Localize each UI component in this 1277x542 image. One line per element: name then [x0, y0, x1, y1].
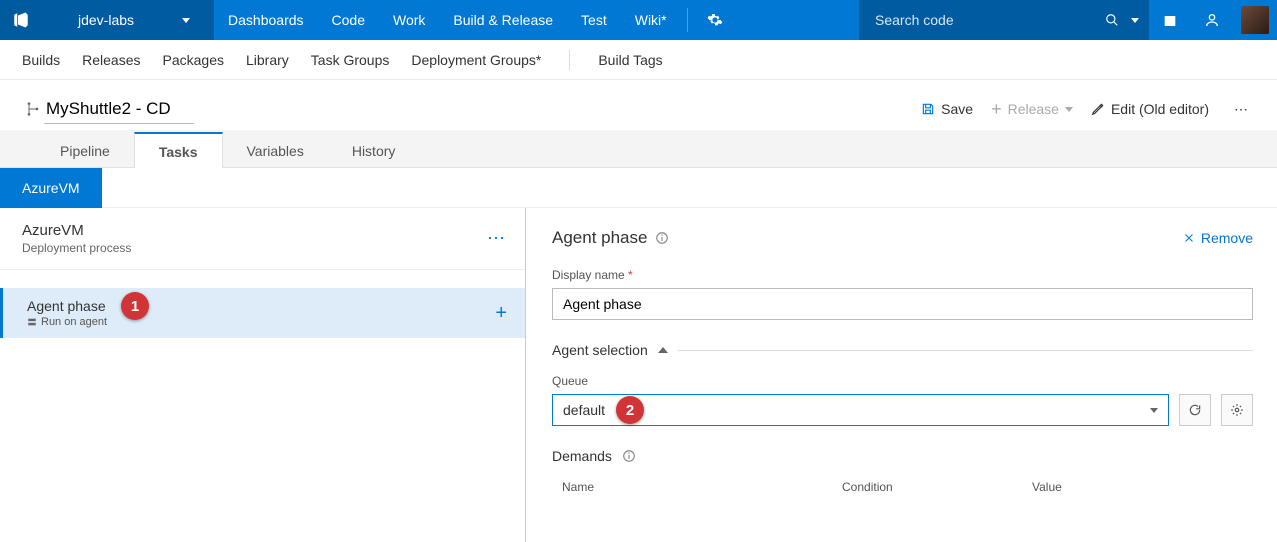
- col-name: Name: [562, 480, 802, 494]
- display-name-input[interactable]: [552, 288, 1253, 320]
- col-condition: Condition: [842, 480, 992, 494]
- environment-more[interactable]: ⋯: [487, 228, 507, 249]
- separator: [687, 8, 688, 32]
- chevron-down-icon: [1131, 18, 1139, 23]
- tab-pipeline[interactable]: Pipeline: [36, 133, 134, 167]
- separator: [569, 50, 570, 70]
- nav-test[interactable]: Test: [567, 0, 621, 40]
- info-icon[interactable]: [655, 231, 669, 245]
- phase-details-pane: Agent phase Remove Display name * Agent …: [526, 208, 1277, 542]
- save-icon: [921, 102, 935, 116]
- chevron-up-icon: [658, 347, 668, 353]
- phase-row-agent[interactable]: Agent phase Run on agent + 1: [0, 288, 525, 338]
- vsts-logo-icon: [12, 11, 30, 29]
- environment-subtitle: Deployment process: [22, 241, 131, 255]
- agent-selection-label: Agent selection: [552, 342, 648, 358]
- edit-old-button[interactable]: Edit (Old editor): [1091, 101, 1209, 117]
- search-icon: [1105, 13, 1119, 27]
- gear-icon: [707, 12, 723, 28]
- remove-label: Remove: [1201, 230, 1253, 246]
- demands-label: Demands: [552, 448, 612, 464]
- add-task-button[interactable]: +: [495, 302, 507, 325]
- phase-details-header: Agent phase Remove: [552, 228, 1253, 248]
- queue-value: default: [563, 402, 605, 418]
- chevron-down-icon: [1150, 408, 1158, 413]
- info-icon[interactable]: [622, 449, 636, 463]
- plus-icon: +: [991, 102, 1002, 116]
- vsts-logo[interactable]: [0, 0, 42, 40]
- tab-variables[interactable]: Variables: [223, 133, 328, 167]
- title-row: Save + Release Edit (Old editor) ⋯: [0, 80, 1277, 130]
- col-value: Value: [1032, 480, 1132, 494]
- subnav-build-tags[interactable]: Build Tags: [598, 52, 662, 68]
- notifications-button[interactable]: [1191, 0, 1233, 40]
- gear-icon: [1230, 403, 1244, 417]
- release-label: Release: [1008, 101, 1059, 117]
- display-name-label: Display name *: [552, 268, 1253, 282]
- demands-table-header: Name Condition Value: [552, 472, 1253, 494]
- close-icon: [1183, 232, 1195, 244]
- nav-code[interactable]: Code: [318, 0, 379, 40]
- nav-build-release[interactable]: Build & Release: [439, 0, 567, 40]
- phase-name: Agent phase: [27, 298, 107, 314]
- server-icon: [27, 317, 37, 327]
- environment-tab-label: AzureVM: [22, 180, 80, 196]
- search-input[interactable]: [875, 12, 1075, 28]
- callout-badge-1: 1: [121, 292, 149, 320]
- chevron-down-icon: [182, 18, 190, 23]
- phase-heading: Agent phase: [552, 228, 647, 248]
- subnav-releases[interactable]: Releases: [82, 52, 140, 68]
- marketplace-button[interactable]: [1149, 0, 1191, 40]
- queue-select[interactable]: default: [552, 394, 1169, 426]
- editor-split: AzureVM Deployment process ⋯ Agent phase…: [0, 208, 1277, 542]
- save-button[interactable]: Save: [921, 101, 973, 117]
- tab-tasks[interactable]: Tasks: [134, 132, 223, 168]
- person-icon: [1204, 12, 1220, 28]
- refresh-icon: [1188, 403, 1202, 417]
- divider: [678, 350, 1253, 351]
- environment-header[interactable]: AzureVM Deployment process ⋯: [0, 208, 525, 270]
- subnav-builds[interactable]: Builds: [22, 52, 60, 68]
- chevron-down-icon: [1065, 107, 1073, 112]
- more-actions[interactable]: ⋯: [1227, 101, 1255, 118]
- remove-phase-button[interactable]: Remove: [1183, 230, 1253, 246]
- phase-subtitle: Run on agent: [27, 316, 107, 328]
- save-label: Save: [941, 101, 973, 117]
- pencil-icon: [1091, 102, 1105, 116]
- nav-dashboards[interactable]: Dashboards: [214, 0, 318, 40]
- project-name: jdev-labs: [78, 12, 134, 28]
- hub-nav: Builds Releases Packages Library Task Gr…: [0, 40, 1277, 80]
- queue-settings-button[interactable]: [1221, 394, 1253, 426]
- agent-selection-section[interactable]: Agent selection: [552, 342, 1253, 358]
- queue-label: Queue: [552, 374, 1253, 388]
- top-bar: jdev-labs Dashboards Code Work Build & R…: [0, 0, 1277, 40]
- tasks-pane: AzureVM Deployment process ⋯ Agent phase…: [0, 208, 526, 542]
- queue-row: default 2: [552, 394, 1253, 426]
- release-button[interactable]: + Release: [991, 101, 1073, 117]
- environment-tab[interactable]: AzureVM: [0, 168, 102, 208]
- nav-wiki[interactable]: Wiki*: [621, 0, 681, 40]
- release-definition-name[interactable]: [44, 95, 194, 124]
- environment-tab-row: AzureVM: [0, 168, 1277, 208]
- edit-label: Edit (Old editor): [1111, 101, 1209, 117]
- refresh-queue-button[interactable]: [1179, 394, 1211, 426]
- subnav-task-groups[interactable]: Task Groups: [311, 52, 390, 68]
- pipeline-icon: [22, 101, 44, 117]
- tab-history[interactable]: History: [328, 133, 420, 167]
- search-box[interactable]: [859, 0, 1149, 40]
- editor-tabs: Pipeline Tasks Variables History: [0, 130, 1277, 168]
- settings-button[interactable]: [694, 0, 736, 40]
- demands-section: Demands: [552, 448, 1253, 464]
- bag-icon: [1162, 12, 1178, 28]
- subnav-library[interactable]: Library: [246, 52, 289, 68]
- user-avatar[interactable]: [1241, 6, 1269, 34]
- subnav-deployment-groups[interactable]: Deployment Groups*: [411, 52, 541, 68]
- top-nav: Dashboards Code Work Build & Release Tes…: [214, 0, 681, 40]
- environment-name: AzureVM: [22, 222, 131, 239]
- callout-badge-2: 2: [616, 396, 644, 424]
- subnav-packages[interactable]: Packages: [163, 52, 224, 68]
- project-switcher[interactable]: jdev-labs: [42, 0, 214, 40]
- title-actions: Save + Release Edit (Old editor) ⋯: [921, 101, 1255, 118]
- nav-work[interactable]: Work: [379, 0, 439, 40]
